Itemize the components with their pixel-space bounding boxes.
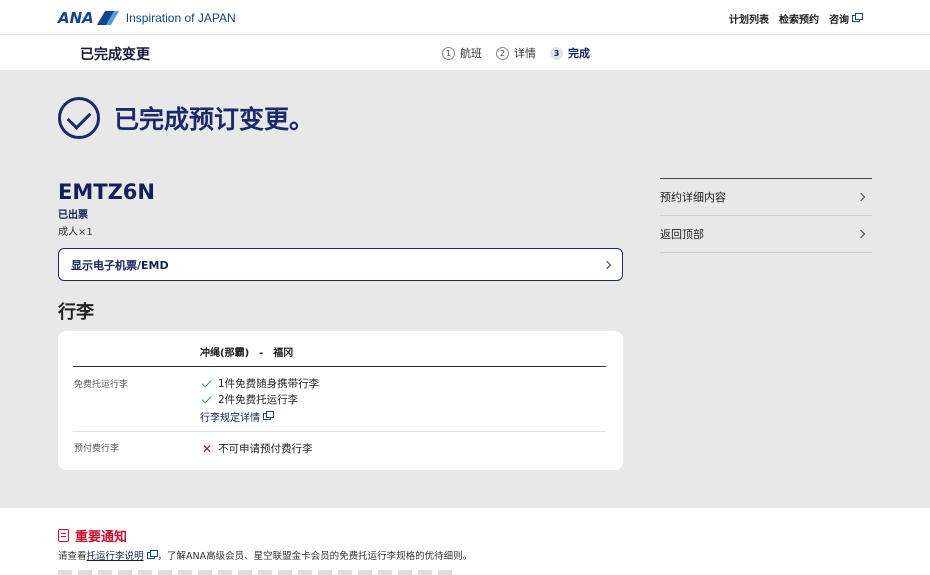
baggage-rules-link[interactable]: 行李规定详情 xyxy=(200,409,274,424)
side-item-back-to-top[interactable]: 返回顶部 xyxy=(660,216,872,253)
chevron-right-icon xyxy=(856,229,866,239)
nav-search-booking[interactable]: 检索预约 xyxy=(779,11,819,26)
step-complete: 3 完成 xyxy=(550,45,590,61)
divider xyxy=(73,431,606,432)
completion-message: 已完成预订变更。 xyxy=(114,105,315,134)
check-circle-icon xyxy=(58,97,100,139)
divider xyxy=(73,366,606,367)
free-item-text: 1件免费随身携带行李 xyxy=(218,378,320,390)
notice-icon xyxy=(58,529,69,542)
completion-banner: 已完成预订变更。 xyxy=(58,97,314,139)
baggage-card: 冲绳(那霸) - 福冈 免费托运行李 1件免费随身携带行李 2件免费托运行李 行… xyxy=(58,331,623,470)
top-nav: 计划列表 检索预约 咨询 xyxy=(729,11,863,26)
step-details: 2 详情 xyxy=(496,45,536,61)
notice-title: 重要通知 xyxy=(75,530,128,545)
side-item-label: 返回顶部 xyxy=(660,228,704,241)
baggage-rules-label: 行李规定详情 xyxy=(200,413,260,424)
external-link-icon xyxy=(146,549,158,559)
free-item-text: 2件免费托运行李 xyxy=(218,394,299,406)
route-header: 冲绳(那霸) - 福冈 xyxy=(200,348,294,359)
step-bar: 已完成变更 1 航班 2 详情 3 完成 xyxy=(0,35,930,70)
faded-text-line xyxy=(58,570,458,575)
nav-plan-list[interactable]: 计划列表 xyxy=(729,11,769,26)
check-icon xyxy=(201,393,212,403)
booking-reference: EMTZ6N xyxy=(58,180,155,204)
side-item-booking-details[interactable]: 预约详细内容 xyxy=(660,179,872,216)
prepaid-baggage-label: 预付费行李 xyxy=(74,444,120,454)
nav-inquiry[interactable]: 咨询 xyxy=(829,11,863,26)
notice-text: 请查看 托运行李说明 ，了解ANA高级会员、星空联盟金卡会员的免费托运行李规格的… xyxy=(58,548,472,562)
free-item-checked: 2件免费托运行李 xyxy=(200,392,298,407)
free-baggage-label: 免费托运行李 xyxy=(74,380,129,390)
baggage-heading: 行李 xyxy=(58,302,94,323)
free-item-carry-on: 1件免费随身携带行李 xyxy=(200,376,319,391)
eticket-button-label: 显示电子机票/EMD xyxy=(71,258,169,272)
progress-steps: 1 航班 2 详情 3 完成 xyxy=(442,45,590,61)
external-link-icon xyxy=(263,411,274,420)
important-notice: 重要通知 xyxy=(58,526,127,545)
step-label: 航班 xyxy=(460,47,482,60)
logo-text: ANA xyxy=(58,9,94,27)
main-content: 已完成预订变更。 EMTZ6N 已出票 成人×1 显示电子机票/EMD 行李 冲… xyxy=(0,70,930,508)
chevron-right-icon xyxy=(602,260,612,269)
baggage-info-link[interactable]: 托运行李说明 xyxy=(87,548,144,562)
step-label: 详情 xyxy=(514,47,536,60)
notice-text-after: ，了解ANA高级会员、星空联盟金卡会员的免费托运行李规格的优待细则。 xyxy=(157,551,473,562)
step-number: 1 xyxy=(442,46,455,60)
step-number: 3 xyxy=(550,46,563,60)
external-link-icon xyxy=(852,13,863,22)
ticket-status: 已出票 xyxy=(58,210,88,221)
ana-logo[interactable]: ANA Inspiration of JAPAN xyxy=(58,9,236,27)
passenger-count: 成人×1 xyxy=(58,227,93,238)
prepaid-item: ✕ 不可申请预付费行李 xyxy=(200,441,313,456)
nav-inquiry-label: 咨询 xyxy=(829,15,849,26)
notice-text-before: 请查看 xyxy=(58,551,87,562)
step-flight: 1 航班 xyxy=(442,45,482,61)
step-label: 完成 xyxy=(568,47,590,60)
logo-tagline: Inspiration of JAPAN xyxy=(125,11,236,25)
chevron-right-icon xyxy=(856,192,866,202)
page-title: 已完成变更 xyxy=(80,47,150,63)
check-icon xyxy=(201,377,212,387)
side-item-label: 预约详细内容 xyxy=(660,191,726,204)
logo-mark-icon xyxy=(95,11,119,25)
top-header: ANA Inspiration of JAPAN 计划列表 检索预约 咨询 xyxy=(0,0,930,35)
show-eticket-button[interactable]: 显示电子机票/EMD xyxy=(58,248,623,281)
step-number: 2 xyxy=(496,46,509,60)
cross-icon: ✕ xyxy=(202,441,213,456)
prepaid-item-text: 不可申请预付费行李 xyxy=(218,443,313,455)
side-menu: 预约详细内容 返回顶部 xyxy=(660,178,872,253)
